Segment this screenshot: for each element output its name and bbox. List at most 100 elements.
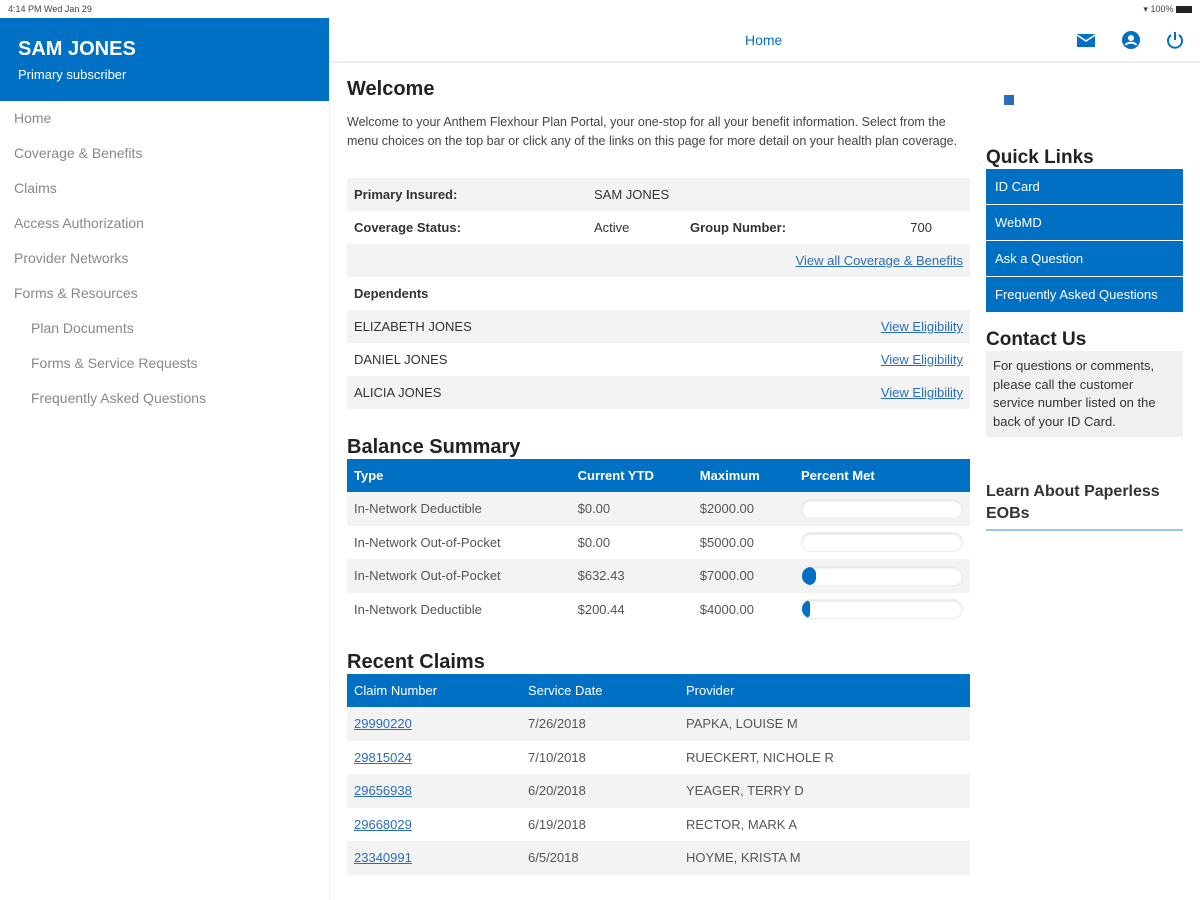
quick-link-ask-a-question[interactable]: Ask a Question [986, 241, 1183, 277]
status-battery: ▾ 100% [1143, 4, 1192, 14]
sidebar-item-forms-resources[interactable]: Forms & Resources [0, 284, 329, 319]
quick-link-webmd[interactable]: WebMD [986, 205, 1183, 241]
balance-title: Balance Summary [347, 436, 521, 458]
claim-number-link[interactable]: 29815024 [354, 750, 412, 765]
status-time: 4:14 PM Wed Jan 29 [8, 4, 92, 14]
balance-type: In-Network Out-of-Pocket [347, 559, 571, 593]
status-bar: 4:14 PM Wed Jan 29 ▾ 100% [0, 0, 1200, 18]
balance-type: In-Network Out-of-Pocket [354, 534, 501, 550]
user-name: SAM JONES [18, 38, 136, 60]
quick-links: ID Card WebMD Ask a Question Frequently Ask… [986, 169, 1183, 313]
claim-service-date: 7/26/2018 [521, 707, 679, 741]
claim-row: 23340991 6/5/2018 HOYME, KRISTA M [347, 841, 970, 875]
page-title: Home [745, 32, 783, 48]
primary-value: SAM JONES [594, 187, 670, 202]
sidebar-item-access-authorization[interactable]: Access Authorization [0, 214, 329, 249]
sidebar-nav: Home Coverage & Benefits Claims Access Auth… [0, 101, 329, 424]
view-all-coverage-link[interactable]: View all Coverage & Benefits [796, 253, 963, 268]
dependent-row: ELIZABETH JONES View Eligibility [347, 310, 970, 343]
dependent-name: ALICIA JONES [354, 385, 442, 400]
claim-service-date: 6/5/2018 [521, 841, 679, 875]
claims-header: Claim Number [347, 674, 521, 707]
percent-met-bar [801, 498, 963, 519]
balance-table: Type Current YTD Maximum Percent Met In-Netw… [347, 459, 970, 626]
dependent-name: ELIZABETH JONES [354, 319, 472, 334]
sidebar: SAM JONES Primary subscriber Home Coverag… [0, 18, 330, 900]
percent-met-bar [801, 599, 963, 620]
claim-row: 29990220 7/26/2018 PAPKA, LOUISE M [347, 707, 970, 741]
claim-provider: YEAGER, TERRY D [679, 774, 970, 808]
claim-row: 29656938 6/20/2018 YEAGER, TERRY D [347, 774, 970, 808]
sidebar-item-coverage-benefits[interactable]: Coverage & Benefits [0, 144, 329, 179]
dependent-row: ALICIA JONES View Eligibility [347, 376, 970, 409]
claim-provider: RECTOR, MARK A [686, 816, 798, 832]
claims-table: Claim Number Service Date Provider 29990220… [347, 674, 970, 875]
view-eligibility-link[interactable]: View Eligibility [881, 319, 963, 334]
percent-met-bar [801, 532, 963, 553]
percent-met-fill [802, 600, 810, 619]
top-bar: Home [331, 18, 1200, 63]
balance-max: $2000.00 [692, 492, 794, 526]
status-value: Active [594, 220, 630, 235]
paperless-eob-link[interactable]: Learn About Paperless EOBs [986, 481, 1183, 531]
balance-ytd: $632.43 [570, 559, 693, 593]
battery-icon [1176, 6, 1192, 14]
right-column: Quick Links ID Card WebMD Ask a Question Fr… [986, 78, 1183, 531]
balance-row: In-Network Out-of-Pocket $0.00 $5000.00 [347, 526, 970, 560]
claim-provider: RUECKERT, NICHOLE R [686, 749, 834, 765]
id-card-thumbnail-icon[interactable] [1004, 95, 1014, 105]
primary-label: Primary Insured: [354, 187, 458, 202]
claim-row: 29668029 6/19/2018 RECTOR, MARK A [347, 808, 970, 842]
percent-met-bar [801, 565, 963, 586]
claims-header: Service Date [521, 674, 679, 707]
balance-ytd: $200.44 [577, 601, 625, 617]
balance-ytd: $0.00 [570, 492, 693, 526]
balance-type: In-Network Deductible [354, 601, 482, 617]
mail-icon[interactable] [1076, 30, 1096, 50]
balance-header: Percent Met [794, 459, 970, 492]
view-eligibility-link[interactable]: View Eligibility [881, 352, 963, 367]
balance-max: $5000.00 [699, 534, 755, 550]
balance-max: $7000.00 [692, 559, 794, 593]
claim-service-date: 7/10/2018 [528, 749, 586, 765]
sidebar-item-provider-networks[interactable]: Provider Networks [0, 249, 329, 284]
balance-type: In-Network Deductible [347, 492, 571, 526]
dependent-name: DANIEL JONES [354, 352, 448, 367]
quick-link-frequently-asked-questions[interactable]: Frequently Asked Questions [986, 277, 1183, 313]
contact-title: Contact Us [986, 329, 1087, 350]
balance-row: In-Network Out-of-Pocket $632.43 $7000.00 [347, 559, 970, 593]
welcome-title: Welcome [347, 78, 435, 100]
claim-number-link[interactable]: 29990220 [354, 716, 412, 731]
claim-provider: HOYME, KRISTA M [679, 841, 970, 875]
claim-provider: PAPKA, LOUISE M [679, 707, 970, 741]
claims-title: Recent Claims [347, 651, 485, 673]
group-label: Group Number: [690, 220, 787, 235]
user-icon[interactable] [1121, 30, 1141, 50]
group-value: 700 [910, 220, 932, 235]
claim-row: 29815024 7/10/2018 RUECKERT, NICHOLE R [347, 741, 970, 775]
user-role: Primary subscriber [18, 67, 127, 82]
quick-link-id-card[interactable]: ID Card [986, 169, 1183, 205]
balance-header: Type [347, 459, 571, 492]
power-icon[interactable] [1165, 30, 1185, 50]
balance-ytd: $0.00 [577, 534, 611, 550]
claim-service-date: 6/19/2018 [528, 816, 586, 832]
claim-number-link[interactable]: 29656938 [354, 783, 412, 798]
sidebar-item-frequently-asked-questions[interactable]: Frequently Asked Questions [0, 389, 329, 424]
claim-number-link[interactable]: 29668029 [354, 817, 412, 832]
claim-service-date: 6/20/2018 [521, 774, 679, 808]
sidebar-item-forms-service-requests[interactable]: Forms & Service Requests [0, 354, 329, 389]
balance-header: Current YTD [570, 459, 693, 492]
sidebar-item-plan-documents[interactable]: Plan Documents [0, 319, 329, 354]
balance-header: Maximum [692, 459, 794, 492]
claim-number-link[interactable]: 23340991 [354, 850, 412, 865]
status-label: Coverage Status: [354, 220, 461, 235]
battery-percent: 100% [1150, 4, 1174, 14]
welcome-text: Welcome to your Anthem Flexhour Plan Por… [347, 115, 958, 148]
sidebar-item-home[interactable]: Home [0, 109, 329, 144]
coverage-table: Primary Insured: SAM JONES Coverage Statu… [347, 178, 970, 409]
claims-header: Provider [679, 674, 970, 707]
view-eligibility-link[interactable]: View Eligibility [881, 385, 963, 400]
sidebar-item-claims[interactable]: Claims [0, 179, 329, 214]
balance-max: $4000.00 [699, 601, 755, 617]
